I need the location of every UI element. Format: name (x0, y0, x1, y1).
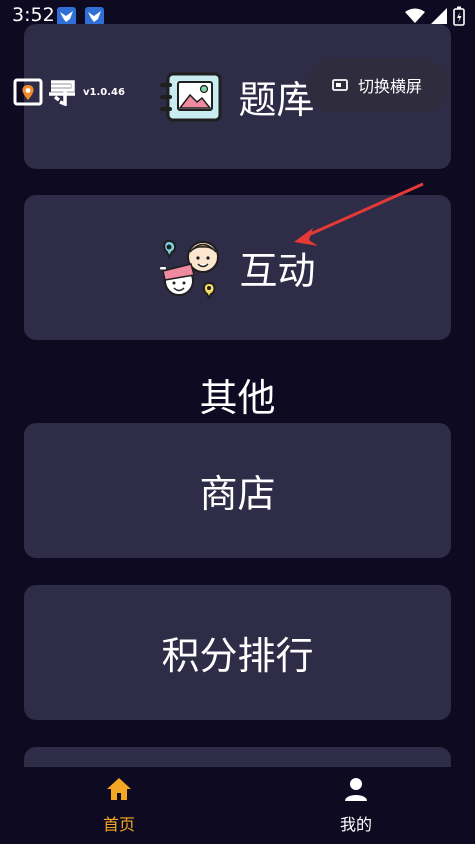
bottom-tab-bar: 首页 我的 (0, 767, 475, 844)
home-icon (106, 777, 132, 805)
tab-home-label: 首页 (102, 815, 135, 834)
points-ranking-label: 积分排行 (161, 634, 314, 678)
section-title-other: 其他 (199, 376, 276, 420)
shop-card[interactable]: 商店 (24, 423, 451, 558)
tab-mine-label: 我的 (339, 815, 372, 834)
points-ranking-card[interactable]: 积分排行 (24, 585, 451, 720)
person-icon (344, 777, 368, 805)
tab-home[interactable]: 首页 (59, 777, 179, 835)
shop-label: 商店 (199, 472, 276, 516)
tab-mine[interactable]: 我的 (296, 777, 416, 835)
